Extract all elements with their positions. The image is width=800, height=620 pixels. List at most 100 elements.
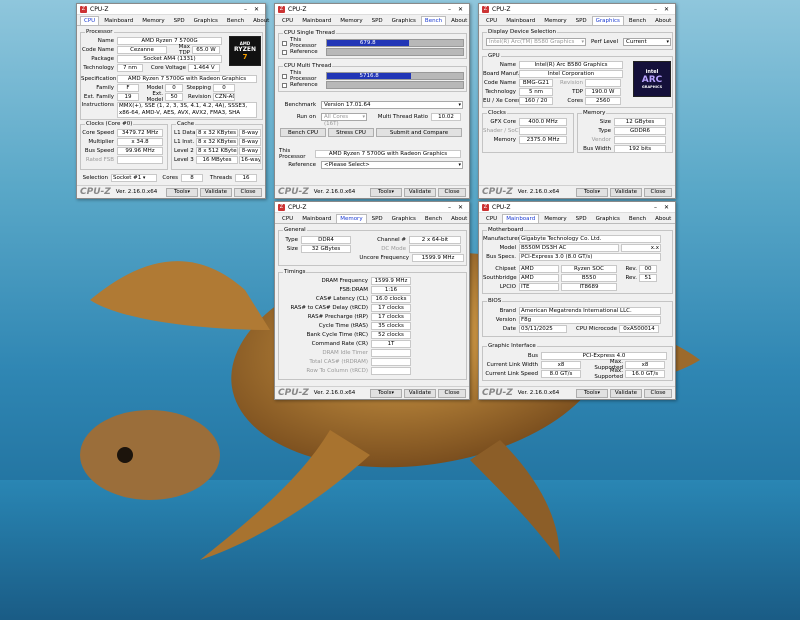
tab-spd[interactable]: SPD	[368, 214, 387, 223]
perf-level-select[interactable]: Current	[623, 38, 671, 46]
tab-mainboard[interactable]: Mainboard	[100, 16, 137, 25]
close-button[interactable]: Close	[644, 187, 672, 197]
tab-bench[interactable]: Bench	[421, 214, 446, 223]
close-window-button[interactable]: ✕	[455, 204, 466, 211]
tools-button[interactable]: Tools	[576, 388, 608, 398]
tab-cpu[interactable]: CPU	[278, 16, 297, 25]
validate-button[interactable]: Validate	[610, 187, 642, 197]
title-bar[interactable]: Z CPU-Z – ✕	[77, 4, 265, 15]
tab-memory[interactable]: Memory	[336, 16, 366, 25]
label: Ext. Family	[83, 94, 114, 100]
validate-button[interactable]: Validate	[200, 187, 232, 197]
tab-memory[interactable]: Memory	[138, 16, 168, 25]
validate-button[interactable]: Validate	[610, 388, 642, 398]
tab-bench[interactable]: Bench	[625, 214, 650, 223]
title-bar[interactable]: Z CPU-Z – ✕	[275, 202, 469, 213]
tab-spd[interactable]: SPD	[170, 16, 189, 25]
chipset-value: Ryzen SOC	[561, 265, 617, 273]
close-window-button[interactable]: ✕	[251, 6, 262, 13]
benchmark-version-select[interactable]: Version 17.01.64	[321, 101, 463, 109]
stepping-value: 0	[213, 84, 235, 92]
cpuz-window-mainboard[interactable]: Z CPU-Z – ✕ CPU Mainboard Memory SPD Gra…	[478, 201, 676, 400]
tab-bench[interactable]: Bench	[625, 16, 650, 25]
tab-graphics[interactable]: Graphics	[388, 214, 420, 223]
close-window-button[interactable]: ✕	[661, 204, 672, 211]
close-button[interactable]: Close	[438, 187, 466, 197]
tab-cpu[interactable]: CPU	[80, 16, 100, 25]
tab-graphics[interactable]: Graphics	[190, 16, 222, 25]
tab-about[interactable]: About	[651, 214, 675, 223]
tab-bench[interactable]: Bench	[223, 16, 248, 25]
l1data-ways: 8-way	[239, 129, 261, 137]
tab-cpu[interactable]: CPU	[482, 214, 501, 223]
idle-timer-value	[371, 349, 411, 357]
bench-cpu-button[interactable]: Bench CPU	[280, 128, 326, 137]
minimize-button[interactable]: –	[240, 6, 251, 13]
cpuz-window-graphics[interactable]: Z CPU-Z – ✕ CPU Mainboard Memory SPD Gra…	[478, 3, 676, 199]
mb-model-value: B550M DS3H AC	[519, 244, 619, 252]
tab-mainboard[interactable]: Mainboard	[502, 214, 540, 223]
label: Code Name	[483, 80, 516, 86]
busspeed-value: 99.96 MHz	[117, 147, 163, 155]
close-window-button[interactable]: ✕	[661, 6, 672, 13]
tools-button[interactable]: Tools	[576, 187, 608, 197]
memtype-value: DDR4	[301, 236, 351, 244]
tools-button[interactable]: Tools	[166, 187, 198, 197]
this-processor-checkbox[interactable]	[282, 73, 287, 79]
cpuz-window-bench[interactable]: Z CPU-Z – ✕ CPU Mainboard Memory SPD Gra…	[274, 3, 470, 199]
reference-select[interactable]: <Please Select>	[321, 161, 463, 169]
tab-about[interactable]: About	[249, 16, 273, 25]
tab-about[interactable]: About	[447, 16, 471, 25]
run-on-select[interactable]: All Cores (16T)	[321, 113, 367, 127]
tools-button[interactable]: Tools	[370, 187, 402, 197]
title-bar[interactable]: Z CPU-Z – ✕	[479, 202, 675, 213]
tab-about[interactable]: About	[651, 16, 675, 25]
close-button[interactable]: Close	[234, 187, 262, 197]
tab-graphics[interactable]: Graphics	[388, 16, 420, 25]
close-window-button[interactable]: ✕	[455, 6, 466, 13]
close-button[interactable]: Close	[438, 388, 466, 398]
title-bar[interactable]: Z CPU-Z – ✕	[275, 4, 469, 15]
group-title: BIOS	[487, 298, 503, 304]
tab-strip: CPU Mainboard Memory SPD Graphics Bench …	[275, 213, 469, 224]
minimize-button[interactable]: –	[650, 6, 661, 13]
tools-button[interactable]: Tools	[370, 388, 402, 398]
max-speed-value: 16.0 GT/s	[625, 370, 665, 378]
minimize-button[interactable]: –	[650, 204, 661, 211]
minimize-button[interactable]: –	[444, 6, 455, 13]
logo-text: GRAPHICS	[641, 85, 663, 89]
cpuz-window-cpu[interactable]: Z CPU-Z – ✕ CPU Mainboard Memory SPD Gra…	[76, 3, 269, 199]
tab-spd[interactable]: SPD	[572, 16, 591, 25]
stress-cpu-button[interactable]: Stress CPU	[328, 128, 374, 137]
tab-graphics[interactable]: Graphics	[591, 16, 624, 25]
tab-memory[interactable]: Memory	[540, 16, 570, 25]
label: Perf Level	[591, 39, 618, 45]
label: Revision	[560, 80, 583, 86]
tab-spd[interactable]: SPD	[572, 214, 591, 223]
close-button[interactable]: Close	[644, 388, 672, 398]
tab-mainboard[interactable]: Mainboard	[298, 214, 335, 223]
tab-mainboard[interactable]: Mainboard	[298, 16, 335, 25]
tab-memory[interactable]: Memory	[336, 214, 367, 223]
reference-checkbox[interactable]	[282, 82, 287, 88]
socket-select[interactable]: Socket #1	[111, 174, 157, 182]
window-footer: CPU-Z Ver. 2.16.0.x64 Tools Validate Clo…	[275, 185, 469, 198]
tab-bench[interactable]: Bench	[420, 16, 447, 25]
tab-mainboard[interactable]: Mainboard	[502, 16, 539, 25]
display-device-select[interactable]: Intel(R) Arc(TM) B580 Graphics	[486, 38, 586, 46]
tab-cpu[interactable]: CPU	[482, 16, 501, 25]
cpuz-window-memory[interactable]: Z CPU-Z – ✕ CPU Mainboard Memory SPD Gra…	[274, 201, 470, 400]
label: Current Link Width	[486, 362, 538, 368]
reference-checkbox[interactable]	[282, 49, 287, 55]
tab-cpu[interactable]: CPU	[278, 214, 297, 223]
this-processor-checkbox[interactable]	[282, 40, 287, 46]
minimize-button[interactable]: –	[444, 204, 455, 211]
validate-button[interactable]: Validate	[404, 187, 436, 197]
tab-spd[interactable]: SPD	[368, 16, 387, 25]
tab-graphics[interactable]: Graphics	[592, 214, 624, 223]
validate-button[interactable]: Validate	[404, 388, 436, 398]
submit-compare-button[interactable]: Submit and Compare	[376, 128, 462, 137]
tab-about[interactable]: About	[447, 214, 471, 223]
tab-memory[interactable]: Memory	[540, 214, 570, 223]
title-bar[interactable]: Z CPU-Z – ✕	[479, 4, 675, 15]
